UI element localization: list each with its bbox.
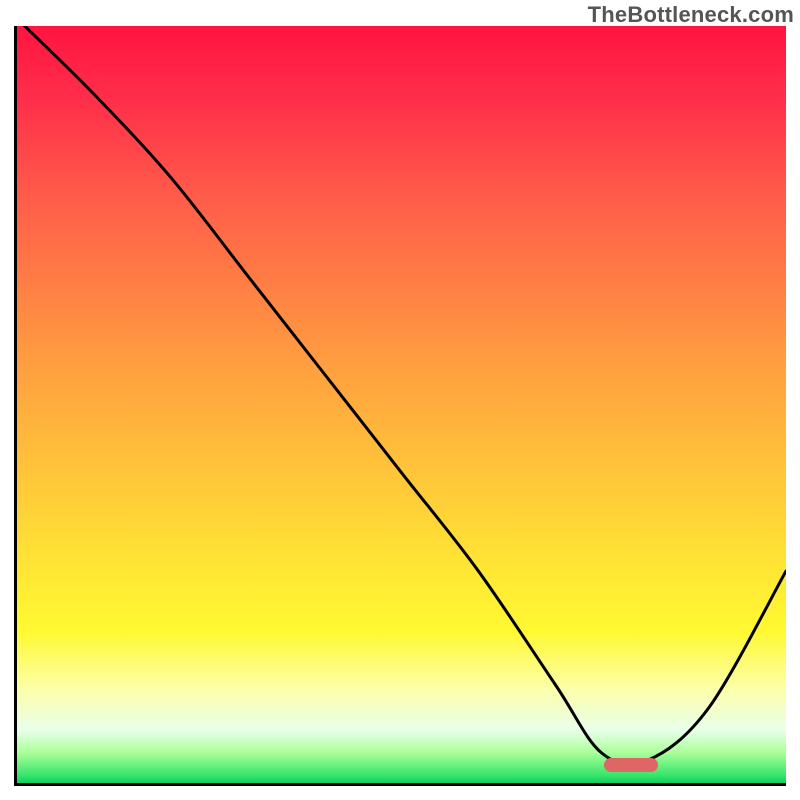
plot-area [14, 26, 786, 786]
bottleneck-curve [25, 26, 786, 765]
watermark-text: TheBottleneck.com [588, 2, 794, 28]
image-root: TheBottleneck.com [0, 0, 800, 800]
curve-overlay [17, 26, 786, 783]
optimum-marker [604, 758, 658, 772]
